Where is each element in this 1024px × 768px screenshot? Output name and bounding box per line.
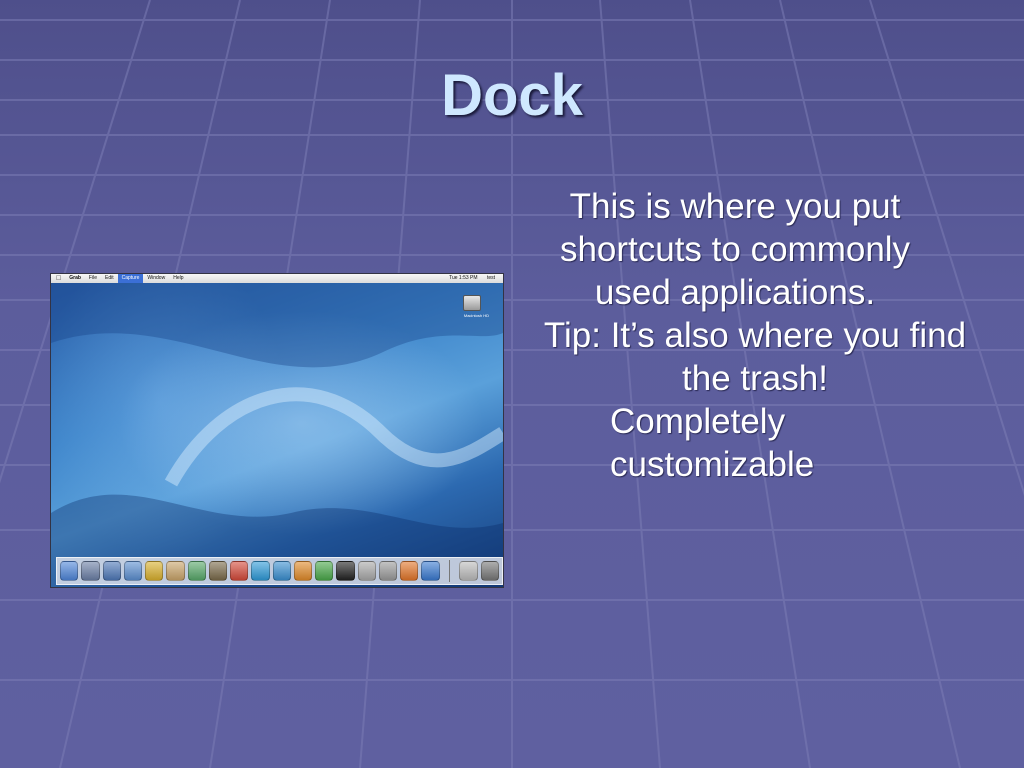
trash-icon[interactable] [480, 561, 499, 581]
ical-icon[interactable] [230, 561, 249, 581]
menu-app-name[interactable]: Grab [65, 274, 85, 283]
user-name[interactable]: test [483, 275, 499, 281]
dock-separator [448, 560, 450, 582]
app-p-icon[interactable] [293, 561, 312, 581]
app-q-icon[interactable] [251, 561, 270, 581]
ichat-icon[interactable] [145, 561, 164, 581]
menu-window[interactable]: Window [143, 274, 169, 283]
firefox-icon[interactable] [400, 561, 419, 581]
menu-capture[interactable]: Capture [117, 274, 144, 283]
internet-explorer-icon[interactable] [421, 561, 440, 581]
menu-help[interactable]: Help [169, 274, 187, 283]
clock-text: Tue 1:53 PM [449, 275, 478, 281]
bullet-2: Tip: It’s also where you find the trash! [543, 316, 967, 398]
preview-icon[interactable] [357, 561, 376, 581]
itunes-icon[interactable] [187, 561, 206, 581]
mac-desktop-screenshot:  Grab File Edit Capture Window Help Tue… [51, 274, 503, 587]
safari-icon[interactable] [123, 561, 142, 581]
bullet-list: This is where you put shortcuts to commo… [520, 185, 990, 486]
photo-icon[interactable] [378, 561, 397, 581]
hard-drive-label: Macintosh HD [463, 313, 489, 318]
menu-edit[interactable]: Edit [101, 274, 118, 283]
bullet-1: This is where you put shortcuts to commo… [559, 187, 911, 312]
desktop-wallpaper [51, 283, 503, 587]
downloads-icon[interactable] [459, 561, 478, 581]
slide-title: Dock [441, 63, 583, 128]
mail-icon[interactable] [102, 561, 121, 581]
apple-menu-icon[interactable]:  [51, 274, 65, 283]
finder-icon[interactable] [60, 561, 79, 581]
menu-file[interactable]: File [85, 274, 101, 283]
menu-bar:  Grab File Edit Capture Window Help Tue… [51, 274, 503, 283]
terminal-icon[interactable] [336, 561, 355, 581]
bullet-3: Completely customizable [610, 402, 815, 484]
menu-clock: Tue 1:53 PM test [441, 274, 503, 283]
address-book-icon[interactable] [166, 561, 185, 581]
app-u-icon[interactable] [272, 561, 291, 581]
dock [56, 557, 503, 585]
desktop: Macintosh HD [51, 283, 503, 587]
hard-drive-icon[interactable] [463, 295, 481, 311]
iphoto-icon[interactable] [208, 561, 227, 581]
app-x-icon[interactable] [315, 561, 334, 581]
dashboard-icon[interactable] [81, 561, 100, 581]
